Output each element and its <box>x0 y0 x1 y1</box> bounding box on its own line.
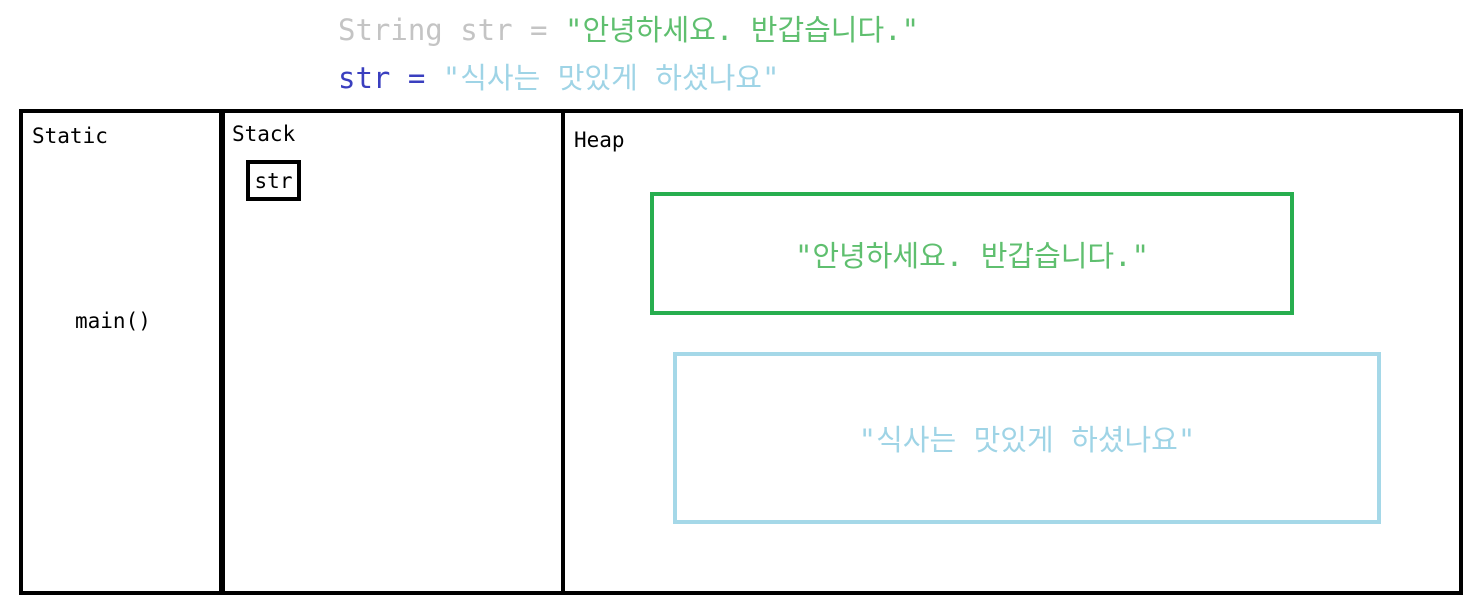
main-method-label: main() <box>75 309 151 333</box>
stack-label: Stack <box>232 122 296 146</box>
static-region: Static main() <box>19 109 225 595</box>
code-line-declaration: String str = "안녕하세요. 반갑습니다." <box>338 12 919 48</box>
static-label: Static <box>32 124 108 148</box>
code-declaration-keyword: String str = <box>338 13 565 47</box>
stack-region: Stack str <box>219 109 565 595</box>
code-reassignment-var: str = <box>338 61 443 95</box>
code-literal-question: "식사는 맛있게 하셨나요" <box>442 61 780 95</box>
code-literal-greeting: "안녕하세요. 반갑습니다." <box>564 13 920 47</box>
heap-label: Heap <box>574 128 625 152</box>
heap-object-greeting: "안녕하세요. 반갑습니다." <box>650 192 1294 315</box>
heap-region: Heap "안녕하세요. 반갑습니다." "식사는 맛있게 하셨나요" <box>561 109 1463 595</box>
code-line-reassignment: str = "식사는 맛있게 하셨나요" <box>338 60 779 96</box>
stack-variable-str: str <box>246 160 301 201</box>
heap-object-question: "식사는 맛있게 하셨나요" <box>673 352 1381 524</box>
